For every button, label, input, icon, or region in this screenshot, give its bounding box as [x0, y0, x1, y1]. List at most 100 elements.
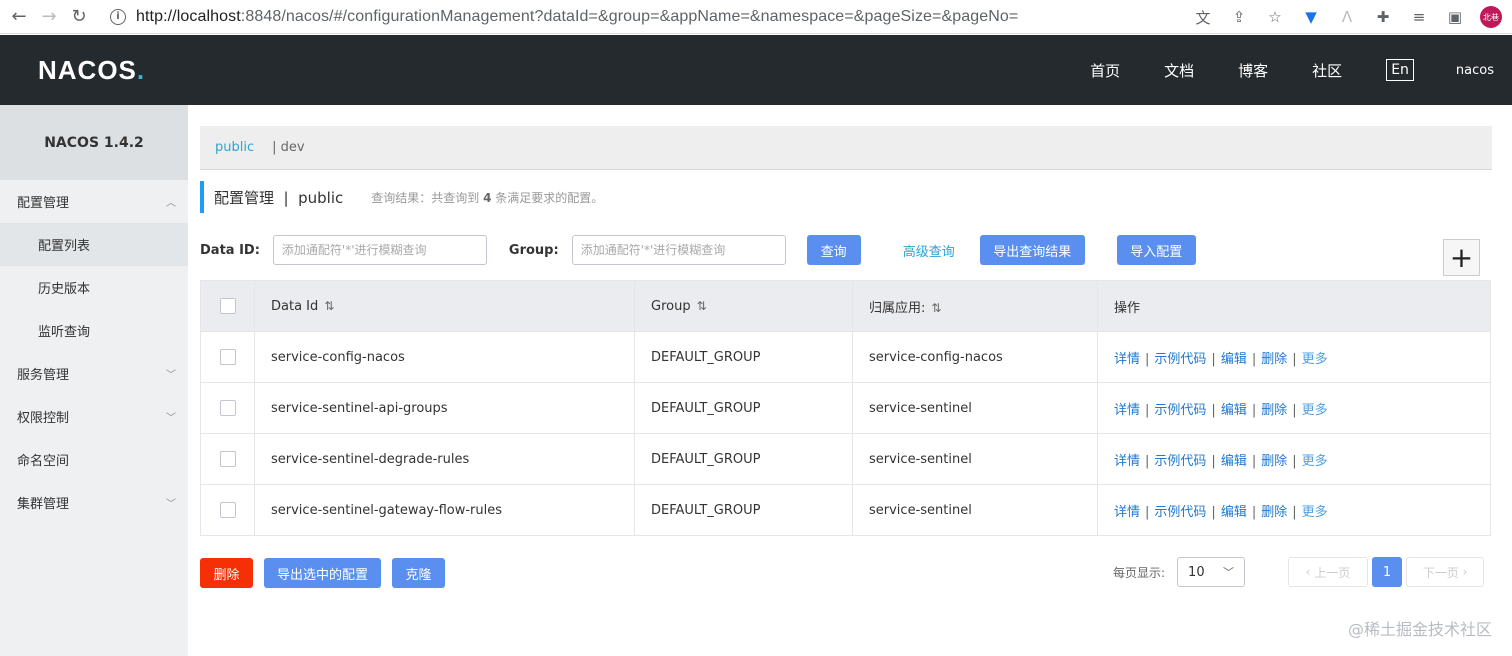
- sort-icon[interactable]: ⇅: [697, 299, 707, 313]
- op-sample-code-link[interactable]: 示例代码: [1154, 505, 1206, 520]
- cell-data-id: service-sentinel-degrade-rules: [254, 433, 635, 485]
- op-delete-link[interactable]: 删除: [1261, 505, 1287, 520]
- import-config-button[interactable]: 导入配置: [1116, 235, 1196, 265]
- delete-selected-button[interactable]: 删除: [200, 558, 253, 588]
- op-divider: |: [1211, 351, 1216, 367]
- namespace-public[interactable]: public: [215, 140, 254, 155]
- op-more-link[interactable]: 更多: [1302, 505, 1328, 520]
- prev-page-button[interactable]: ‹ 上一页: [1288, 557, 1369, 587]
- row-checkbox[interactable]: [219, 400, 236, 416]
- table-header-row: Data Id ⇅ Group ⇅ 归属应用: ⇅ 操作: [200, 280, 1491, 332]
- sidebar-item-label: 权限控制: [17, 411, 70, 426]
- playlist-icon[interactable]: ≡: [1408, 6, 1430, 28]
- row-checkbox[interactable]: [219, 451, 236, 467]
- chevron-left-icon: ‹: [1305, 565, 1311, 579]
- op-more-link[interactable]: 更多: [1302, 352, 1328, 367]
- op-detail-link[interactable]: 详情: [1114, 403, 1140, 418]
- sidebar-item-cluster-management[interactable]: 集群管理 ﹀: [0, 481, 188, 524]
- page-size-select[interactable]: 10 ﹀: [1177, 557, 1246, 587]
- export-query-button[interactable]: 导出查询结果: [979, 235, 1085, 265]
- sidebar-version-title: NACOS 1.4.2: [0, 105, 188, 180]
- star-icon[interactable]: ☆: [1264, 6, 1286, 28]
- op-more-link[interactable]: 更多: [1302, 403, 1328, 418]
- cell-app: service-sentinel: [852, 382, 1098, 434]
- language-toggle[interactable]: En: [1386, 59, 1414, 81]
- row-checkbox[interactable]: [219, 502, 236, 518]
- puzzle-icon[interactable]: ✚: [1372, 6, 1394, 28]
- cell-group: DEFAULT_GROUP: [634, 382, 853, 434]
- op-detail-link[interactable]: 详情: [1114, 505, 1140, 520]
- user-menu[interactable]: nacos: [1456, 63, 1494, 78]
- op-sample-code-link[interactable]: 示例代码: [1154, 352, 1206, 367]
- header-group[interactable]: Group ⇅: [634, 280, 853, 332]
- nacos-logo[interactable]: NACOS.: [38, 55, 145, 86]
- header-app[interactable]: 归属应用: ⇅: [852, 280, 1098, 332]
- sidebar-item-listener-query[interactable]: 监听查询: [0, 309, 188, 352]
- address-bar[interactable]: i http://localhost:8848/nacos/#/configur…: [110, 3, 1018, 31]
- cell-app: service-sentinel: [852, 433, 1098, 485]
- cell-group: DEFAULT_GROUP: [634, 331, 853, 383]
- config-table: Data Id ⇅ Group ⇅ 归属应用: ⇅ 操作 service-config…: [200, 280, 1491, 536]
- op-edit-link[interactable]: 编辑: [1221, 403, 1247, 418]
- cell-app: service-sentinel: [852, 484, 1098, 536]
- op-sample-code-link[interactable]: 示例代码: [1154, 454, 1206, 469]
- nav-home[interactable]: 首页: [1090, 60, 1120, 81]
- page-title-bar: 配置管理 | public 查询结果：共查询到 4 条满足要求的配置。: [200, 181, 603, 213]
- back-icon[interactable]: ←: [8, 6, 30, 28]
- sidebar: NACOS 1.4.2 配置管理 ︿ 配置列表 历史版本 监听查询 服务管理 ﹀…: [0, 105, 188, 656]
- op-edit-link[interactable]: 编辑: [1221, 454, 1247, 469]
- export-selected-button[interactable]: 导出选中的配置: [264, 558, 381, 588]
- nav-blog[interactable]: 博客: [1238, 60, 1268, 81]
- share-icon[interactable]: ⇪: [1228, 6, 1250, 28]
- op-delete-link[interactable]: 删除: [1261, 352, 1287, 367]
- sidepanel-icon[interactable]: ▣: [1444, 6, 1466, 28]
- op-detail-link[interactable]: 详情: [1114, 454, 1140, 469]
- clone-button[interactable]: 克隆: [392, 558, 445, 588]
- advanced-query-link[interactable]: 高级查询: [903, 241, 955, 260]
- group-input[interactable]: [571, 235, 786, 265]
- translate-icon[interactable]: 文: [1192, 6, 1214, 28]
- query-suffix: 条满足要求的配置。: [495, 190, 604, 205]
- sidebar-item-namespace[interactable]: 命名空间: [0, 438, 188, 481]
- extension-v-icon[interactable]: ▼: [1300, 6, 1322, 28]
- sidebar-item-config-list[interactable]: 配置列表: [0, 223, 188, 266]
- cell-app: service-config-nacos: [852, 331, 1098, 383]
- sidebar-item-history[interactable]: 历史版本: [0, 266, 188, 309]
- watermark: @稀土掘金技术社区: [1347, 620, 1492, 639]
- sidebar-item-config-management[interactable]: 配置管理 ︿: [0, 180, 188, 223]
- profile-avatar[interactable]: 北巷: [1480, 6, 1502, 28]
- chevron-down-icon: ﹀: [166, 370, 176, 381]
- cell-data-id: service-sentinel-gateway-flow-rules: [254, 484, 635, 536]
- extension-a-icon[interactable]: Λ: [1336, 6, 1358, 28]
- sidebar-item-service-management[interactable]: 服务管理 ﹀: [0, 352, 188, 395]
- next-page-button[interactable]: 下一页 ›: [1406, 557, 1485, 587]
- op-divider: |: [1145, 402, 1150, 418]
- nav-docs[interactable]: 文档: [1164, 60, 1194, 81]
- header-data-id[interactable]: Data Id ⇅: [254, 280, 635, 332]
- forward-icon[interactable]: →: [38, 6, 60, 28]
- select-all-checkbox[interactable]: [219, 298, 236, 314]
- info-icon[interactable]: i: [110, 8, 126, 25]
- nav-community[interactable]: 社区: [1312, 60, 1342, 81]
- row-checkbox[interactable]: [219, 349, 236, 365]
- sidebar-item-access-control[interactable]: 权限控制 ﹀: [0, 395, 188, 438]
- op-sample-code-link[interactable]: 示例代码: [1154, 403, 1206, 418]
- sort-icon[interactable]: ⇅: [931, 301, 941, 315]
- namespace-dev[interactable]: | dev: [272, 140, 304, 155]
- logo-text: NACOS: [38, 55, 137, 85]
- sort-icon[interactable]: ⇅: [324, 299, 334, 313]
- query-button[interactable]: 查询: [806, 235, 861, 265]
- prev-page-label: 上一页: [1314, 565, 1351, 580]
- op-more-link[interactable]: 更多: [1302, 454, 1328, 469]
- op-detail-link[interactable]: 详情: [1114, 352, 1140, 367]
- op-edit-link[interactable]: 编辑: [1221, 505, 1247, 520]
- bulk-actions: 删除 导出选中的配置 克隆: [200, 558, 445, 588]
- op-delete-link[interactable]: 删除: [1261, 403, 1287, 418]
- url-text[interactable]: http://localhost:8848/nacos/#/configurat…: [136, 8, 1018, 26]
- op-delete-link[interactable]: 删除: [1261, 454, 1287, 469]
- page-number-current[interactable]: 1: [1372, 557, 1403, 587]
- op-edit-link[interactable]: 编辑: [1221, 352, 1247, 367]
- reload-icon[interactable]: ↻: [68, 6, 90, 28]
- dataid-input[interactable]: [272, 235, 487, 265]
- add-config-button[interactable]: +: [1443, 239, 1480, 276]
